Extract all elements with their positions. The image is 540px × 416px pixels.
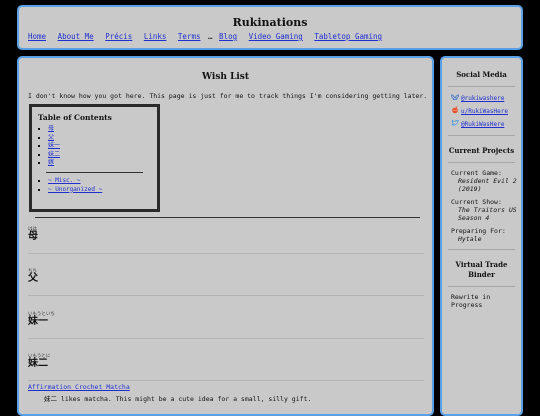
- toc-link-sister-one[interactable]: 妹一: [48, 142, 60, 149]
- site-header: Rukinations Home About Me Précis Links T…: [17, 5, 523, 50]
- project-value: Hytale: [458, 235, 482, 243]
- intro-text: I don't know how you got here. This page…: [28, 92, 428, 100]
- project-value: Resident Evil 2 (2019): [458, 177, 517, 193]
- toc-link-sister-two[interactable]: 妹二: [48, 151, 60, 158]
- section-mother: はは 母: [28, 227, 424, 254]
- furigana: はは: [28, 227, 37, 232]
- bluesky-icon: [451, 93, 459, 103]
- section-heading: 母: [28, 231, 38, 242]
- wish-item: Affirmation Crochet Matcha: [28, 383, 130, 391]
- sidebar-divider: [448, 135, 515, 136]
- nav-blog[interactable]: Blog: [219, 32, 237, 41]
- wish-item-description: 妹二 likes matcha. This might be a cute id…: [44, 395, 312, 403]
- toc-link-wife[interactable]: 嫁: [48, 159, 54, 166]
- sidebar-divider: [448, 249, 515, 250]
- toc-link-father[interactable]: 父: [48, 134, 54, 141]
- nav-video-gaming[interactable]: Video Gaming: [249, 32, 303, 41]
- page-title: Wish List: [201, 72, 250, 82]
- section-father: ちち 父: [28, 269, 424, 296]
- nav-separator: …: [208, 32, 213, 41]
- section-heading: 父: [28, 273, 38, 284]
- toc-item: 妹二: [48, 151, 151, 160]
- toc-title: Table of Contents: [38, 113, 112, 122]
- nav-tabletop-gaming[interactable]: Tabletop Gaming: [314, 32, 382, 41]
- section-heading: 妹二: [28, 358, 48, 369]
- furigana: いもうとに: [28, 354, 51, 359]
- section-rule: [28, 295, 424, 296]
- project-label: Preparing For:: [451, 227, 506, 235]
- social-media-heading: Social Media: [456, 70, 507, 79]
- trade-binder-status: Rewrite in Progress: [451, 293, 491, 309]
- nav-precis[interactable]: Précis: [105, 32, 132, 41]
- social-item-bluesky: @rukiwashere: [451, 93, 521, 103]
- project-item: Current Show: The Traitors US Season 4: [451, 198, 521, 222]
- section-rule: [28, 380, 424, 381]
- wish-item-link[interactable]: Affirmation Crochet Matcha: [28, 383, 130, 391]
- toc-link-unorganized[interactable]: ~ Unorganized ~: [48, 186, 102, 193]
- section-rule: [28, 338, 424, 339]
- toc-item: 嫁: [48, 159, 151, 168]
- nav-terms[interactable]: Terms: [178, 32, 201, 41]
- project-item: Current Game: Resident Evil 2 (2019): [451, 169, 521, 193]
- reddit-link[interactable]: u/RukiWasHere: [461, 108, 508, 115]
- main-nav: Home About Me Précis Links Terms … Blog …: [28, 32, 389, 41]
- table-of-contents: Table of Contents 母 父 妹一 妹二 嫁 ~ Misc. ~ …: [29, 104, 160, 212]
- toc-list: 母 父 妹一 妹二 嫁: [38, 125, 151, 168]
- section-sister-two: いもうとに 妹二: [28, 354, 424, 381]
- twitter-icon: [451, 119, 460, 129]
- toc-item: ~ Unorganized ~: [48, 186, 151, 195]
- furigana: いもうといち: [28, 312, 55, 317]
- bluesky-link[interactable]: @rukiwashere: [461, 95, 504, 102]
- nav-home[interactable]: Home: [28, 32, 46, 41]
- toc-link-mother[interactable]: 母: [48, 125, 54, 132]
- reddit-icon: [451, 106, 459, 116]
- project-item: Preparing For: Hytale: [451, 227, 521, 243]
- sidebar-divider: [448, 286, 515, 287]
- toc-item: ~ Misc. ~: [48, 177, 151, 186]
- furigana: ちち: [28, 269, 37, 274]
- trade-binder-heading: Virtual Trade Binder: [455, 260, 508, 279]
- toc-item: 母: [48, 125, 151, 134]
- toc-item: 妹一: [48, 142, 151, 151]
- project-value: The Traitors US Season 4: [458, 206, 517, 222]
- main-content[interactable]: Wish List I don't know how you got here.…: [17, 56, 434, 416]
- site-title: Rukinations: [232, 16, 308, 29]
- section-heading: 妹一: [28, 316, 48, 327]
- section-rule: [28, 253, 424, 254]
- section-sister-one: いもうといち 妹一: [28, 312, 424, 339]
- toc-link-misc[interactable]: ~ Misc. ~: [48, 177, 81, 184]
- project-label: Current Game:: [451, 169, 502, 177]
- sidebar: Social Media @rukiwashere u/RukiWasHere …: [440, 56, 523, 416]
- toc-divider: [46, 171, 143, 173]
- twitter-link[interactable]: @RukiWasHere: [461, 121, 504, 128]
- project-label: Current Show:: [451, 198, 502, 206]
- section-divider: [35, 217, 420, 218]
- toc-extra-list: ~ Misc. ~ ~ Unorganized ~: [38, 177, 151, 194]
- toc-item: 父: [48, 134, 151, 143]
- projects-list: Current Game: Resident Evil 2 (2019) Cur…: [442, 169, 521, 243]
- current-projects-heading: Current Projects: [448, 146, 515, 155]
- social-item-twitter: @RukiWasHere: [451, 119, 521, 129]
- social-item-reddit: u/RukiWasHere: [451, 106, 521, 116]
- nav-links[interactable]: Links: [144, 32, 167, 41]
- nav-about-me[interactable]: About Me: [58, 32, 94, 41]
- social-links: @rukiwashere u/RukiWasHere @RukiWasHere: [442, 93, 521, 129]
- sidebar-divider: [448, 162, 515, 163]
- sidebar-divider: [448, 86, 515, 87]
